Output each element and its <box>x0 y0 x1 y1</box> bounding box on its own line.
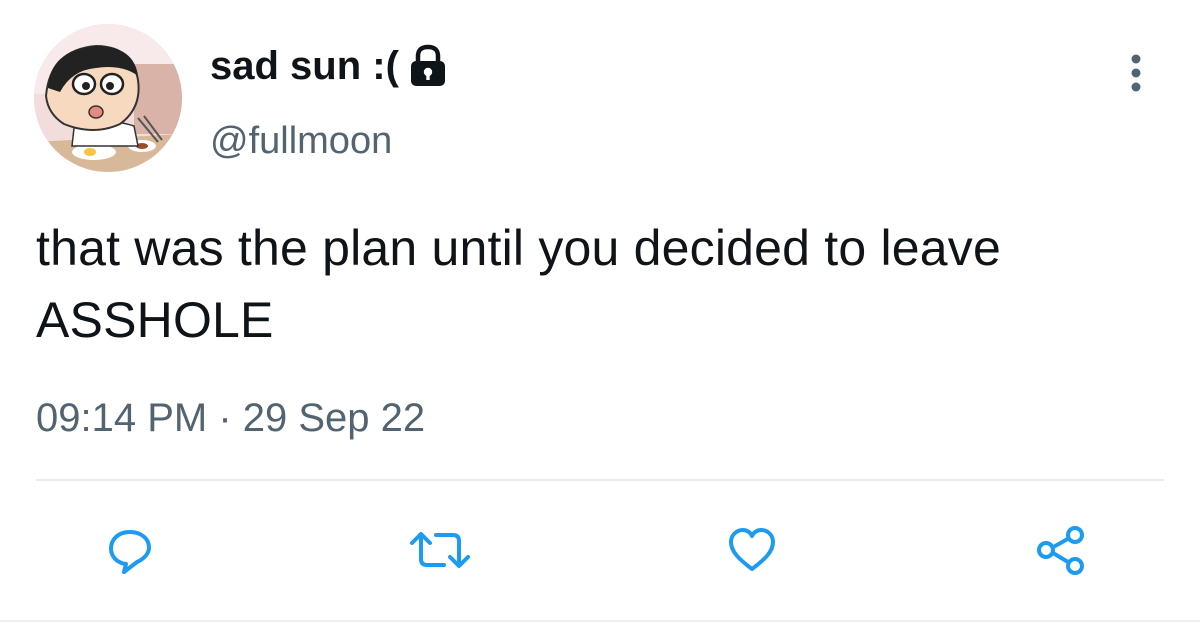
tweet-text: that was the plan until you decided to l… <box>36 220 1002 348</box>
user-handle[interactable]: @fullmoon <box>210 118 392 164</box>
divider <box>36 479 1164 481</box>
share-button[interactable] <box>1030 520 1090 580</box>
more-options-button[interactable] <box>1116 48 1156 98</box>
retweet-button[interactable] <box>406 520 474 580</box>
retweet-icon <box>410 532 470 568</box>
tweet-date: 29 Sep 22 <box>242 396 426 440</box>
meta-separator: · <box>207 396 243 440</box>
tweet-card: sad sun :( @fullmoon that was the plan u… <box>0 0 1200 638</box>
reply-bubble-icon <box>109 530 151 574</box>
tweet-time: 09:14 PM <box>36 396 208 440</box>
display-name[interactable]: sad sun :( <box>210 42 449 90</box>
heart-icon <box>729 528 775 571</box>
reply-button[interactable] <box>100 520 160 580</box>
avatar[interactable] <box>34 24 182 172</box>
action-bar <box>0 520 1200 584</box>
bottom-divider <box>0 620 1200 622</box>
tweet-timestamp[interactable]: 09:14 PM · 29 Sep 22 <box>36 394 425 442</box>
share-icon <box>1037 526 1084 575</box>
lock-icon <box>407 44 449 88</box>
display-name-text: sad sun :( <box>210 44 399 88</box>
like-button[interactable] <box>722 520 782 580</box>
more-vertical-icon <box>1131 54 1141 92</box>
avatar-image <box>34 24 182 172</box>
